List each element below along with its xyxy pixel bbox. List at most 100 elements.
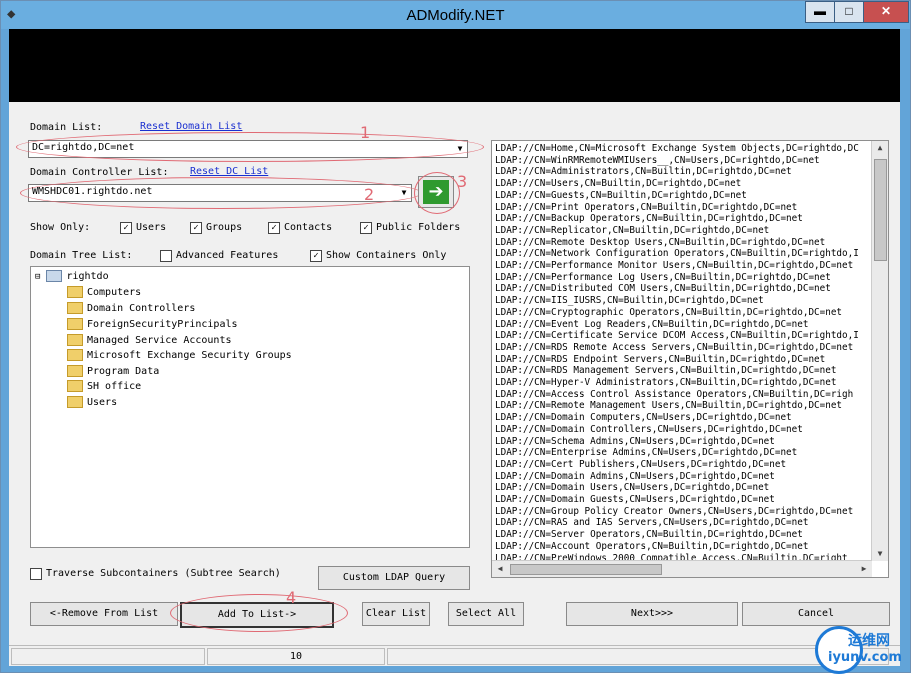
tree-item[interactable]: Domain Controllers [67,302,195,317]
select-all-button[interactable]: Select All [448,602,524,626]
minimize-button[interactable]: ▬ [805,1,835,23]
advanced-features-checkbox[interactable] [160,250,172,262]
title-bar: ◆ ADModify.NET ▬ □ ✕ [1,1,910,29]
reset-dc-list-link[interactable]: Reset DC List [190,166,268,177]
ldap-list-item[interactable]: LDAP://CN=Event Log Readers,CN=Builtin,D… [495,319,808,331]
ldap-list-item[interactable]: LDAP://CN=Performance Log Users,CN=Built… [495,272,831,284]
annotation-oval-1 [16,132,484,162]
contacts-checkbox-label: Contacts [284,222,333,233]
traverse-subcontainers-label: Traverse Subcontainers (Subtree Search) [46,568,281,579]
scroll-thumb[interactable] [874,159,887,261]
ldap-result-list[interactable]: LDAP://CN=Home,CN=Microsoft Exchange Sys… [491,140,889,578]
vertical-scrollbar[interactable]: ▲ ▼ [871,141,888,561]
ldap-list-item[interactable]: LDAP://CN=Administrators,CN=Builtin,DC=r… [495,166,792,178]
annotation-number-3: 3 [457,172,468,191]
domain-tree-view[interactable]: ⊟ rightdo Computers Domain Controllers F… [30,266,470,548]
tree-item[interactable]: Program Data [67,365,159,380]
ldap-list-item[interactable]: LDAP://CN=Remote Desktop Users,CN=Builti… [495,237,825,249]
users-checkbox-label: Users [136,222,167,233]
ldap-list-item[interactable]: LDAP://CN=Replicator,CN=Builtin,DC=right… [495,225,769,237]
ldap-list-item[interactable]: LDAP://CN=Group Policy Creator Owners,CN… [495,506,853,518]
clear-list-button[interactable]: Clear List [362,602,430,626]
horizontal-scrollbar[interactable]: ◀ ▶ [492,560,872,577]
scroll-up-icon[interactable]: ▲ [873,141,887,155]
show-only-label: Show Only: [30,222,91,233]
contacts-checkbox[interactable]: ✓ [268,222,280,234]
folder-icon [67,349,83,361]
custom-ldap-query-button[interactable]: Custom LDAP Query [318,566,470,590]
ldap-list-item[interactable]: LDAP://CN=RAS and IAS Servers,CN=Users,D… [495,517,808,529]
ldap-list-item[interactable]: LDAP://CN=Users,CN=Builtin,DC=rightdo,DC… [495,178,741,190]
remove-from-list-button[interactable]: <-Remove From List [30,602,178,626]
scroll-right-icon[interactable]: ▶ [857,562,871,576]
show-containers-only-checkbox[interactable]: ✓ [310,250,322,262]
tree-root[interactable]: ⊟ rightdo [35,270,109,285]
ldap-list-item[interactable]: LDAP://CN=Enterprise Admins,CN=Users,DC=… [495,447,797,459]
domain-tree-label: Domain Tree List: [30,250,133,261]
ldap-list-item[interactable]: LDAP://CN=RDS Management Servers,CN=Buil… [495,365,836,377]
annotation-oval-2 [20,177,422,209]
public-folders-checkbox[interactable]: ✓ [360,222,372,234]
ldap-list-item[interactable]: LDAP://CN=Server Operators,CN=Builtin,DC… [495,529,803,541]
ldap-list-item[interactable]: LDAP://CN=Domain Controllers,CN=Users,DC… [495,424,803,436]
ldap-list-item[interactable]: LDAP://CN=Cryptographic Operators,CN=Bui… [495,307,842,319]
ldap-list-item[interactable]: LDAP://CN=RDS Remote Access Servers,CN=B… [495,342,853,354]
window-title: ADModify.NET [406,7,505,24]
tree-item[interactable]: Computers [67,286,141,301]
scroll-left-icon[interactable]: ◀ [493,562,507,576]
ldap-list-item[interactable]: LDAP://CN=Certificate Service DCOM Acces… [495,330,859,342]
public-folders-checkbox-label: Public Folders [376,222,461,233]
annotation-oval-3 [414,172,460,214]
ldap-list-item[interactable]: LDAP://CN=Access Control Assistance Oper… [495,389,853,401]
scroll-thumb[interactable] [510,564,662,575]
folder-icon [67,365,83,377]
next-button[interactable]: Next>>> [566,602,738,626]
status-bar: 10 [9,645,900,666]
folder-icon [67,380,83,392]
ldap-list-item[interactable]: LDAP://CN=Domain Guests,CN=Users,DC=righ… [495,494,775,506]
ldap-list-item[interactable]: LDAP://CN=Remote Management Users,CN=Bui… [495,400,842,412]
domain-icon [46,270,63,282]
ldap-list-item[interactable]: LDAP://CN=Distributed COM Users,CN=Built… [495,283,831,295]
users-checkbox[interactable]: ✓ [120,222,132,234]
close-button[interactable]: ✕ [863,1,909,23]
ldap-list-item[interactable]: LDAP://CN=Home,CN=Microsoft Exchange Sys… [495,143,859,155]
ldap-list-item[interactable]: LDAP://CN=RDS Endpoint Servers,CN=Builti… [495,354,825,366]
cancel-button[interactable]: Cancel [742,602,890,626]
status-count: 10 [207,648,385,665]
folder-icon [67,334,83,346]
dc-list-label: Domain Controller List: [30,167,169,178]
ldap-list-item[interactable]: LDAP://CN=Backup Operators,CN=Builtin,DC… [495,213,803,225]
ldap-list-item[interactable]: LDAP://CN=Domain Users,CN=Users,DC=right… [495,482,769,494]
tree-item[interactable]: ForeignSecurityPrincipals [67,318,238,333]
domain-list-label: Domain List: [30,122,103,133]
scroll-down-icon[interactable]: ▼ [873,547,887,561]
ldap-list-item[interactable]: LDAP://CN=IIS_IUSRS,CN=Builtin,DC=rightd… [495,295,764,307]
groups-checkbox-label: Groups [206,222,243,233]
ldap-list-item[interactable]: LDAP://CN=Performance Monitor Users,CN=B… [495,260,853,272]
ldap-list-item[interactable]: LDAP://CN=Hyper-V Administrators,CN=Buil… [495,377,836,389]
annotation-number-2: 2 [364,185,375,204]
ldap-list-item[interactable]: LDAP://CN=WinRMRemoteWMIUsers__,CN=Users… [495,155,820,167]
tree-item[interactable]: Managed Service Accounts [67,334,232,349]
reset-domain-list-link[interactable]: Reset Domain List [140,121,242,132]
ldap-list-item[interactable]: LDAP://CN=Domain Admins,CN=Users,DC=righ… [495,471,775,483]
ldap-list-item[interactable]: LDAP://CN=Guests,CN=Builtin,DC=rightdo,D… [495,190,747,202]
traverse-subcontainers-checkbox[interactable] [30,568,42,580]
collapse-icon[interactable]: ⊟ [35,272,40,282]
maximize-button[interactable]: □ [834,1,864,23]
ldap-list-item[interactable]: LDAP://CN=Cert Publishers,CN=Users,DC=ri… [495,459,786,471]
ldap-list-item[interactable]: LDAP://CN=Print Operators,CN=Builtin,DC=… [495,202,797,214]
tree-item[interactable]: Microsoft Exchange Security Groups [67,349,292,364]
groups-checkbox[interactable]: ✓ [190,222,202,234]
folder-icon [67,318,83,330]
ldap-list-item[interactable]: LDAP://CN=Account Operators,CN=Builtin,D… [495,541,808,553]
tree-item[interactable]: SH office [67,380,141,395]
folder-icon [67,286,83,298]
annotation-oval-4 [170,594,348,632]
ldap-list-item[interactable]: LDAP://CN=Schema Admins,CN=Users,DC=righ… [495,436,775,448]
tree-item[interactable]: Users [67,396,117,411]
ldap-list-item[interactable]: LDAP://CN=Network Configuration Operator… [495,248,859,260]
watermark-cn: 运维网 [848,633,890,649]
ldap-list-item[interactable]: LDAP://CN=Domain Computers,CN=Users,DC=r… [495,412,792,424]
